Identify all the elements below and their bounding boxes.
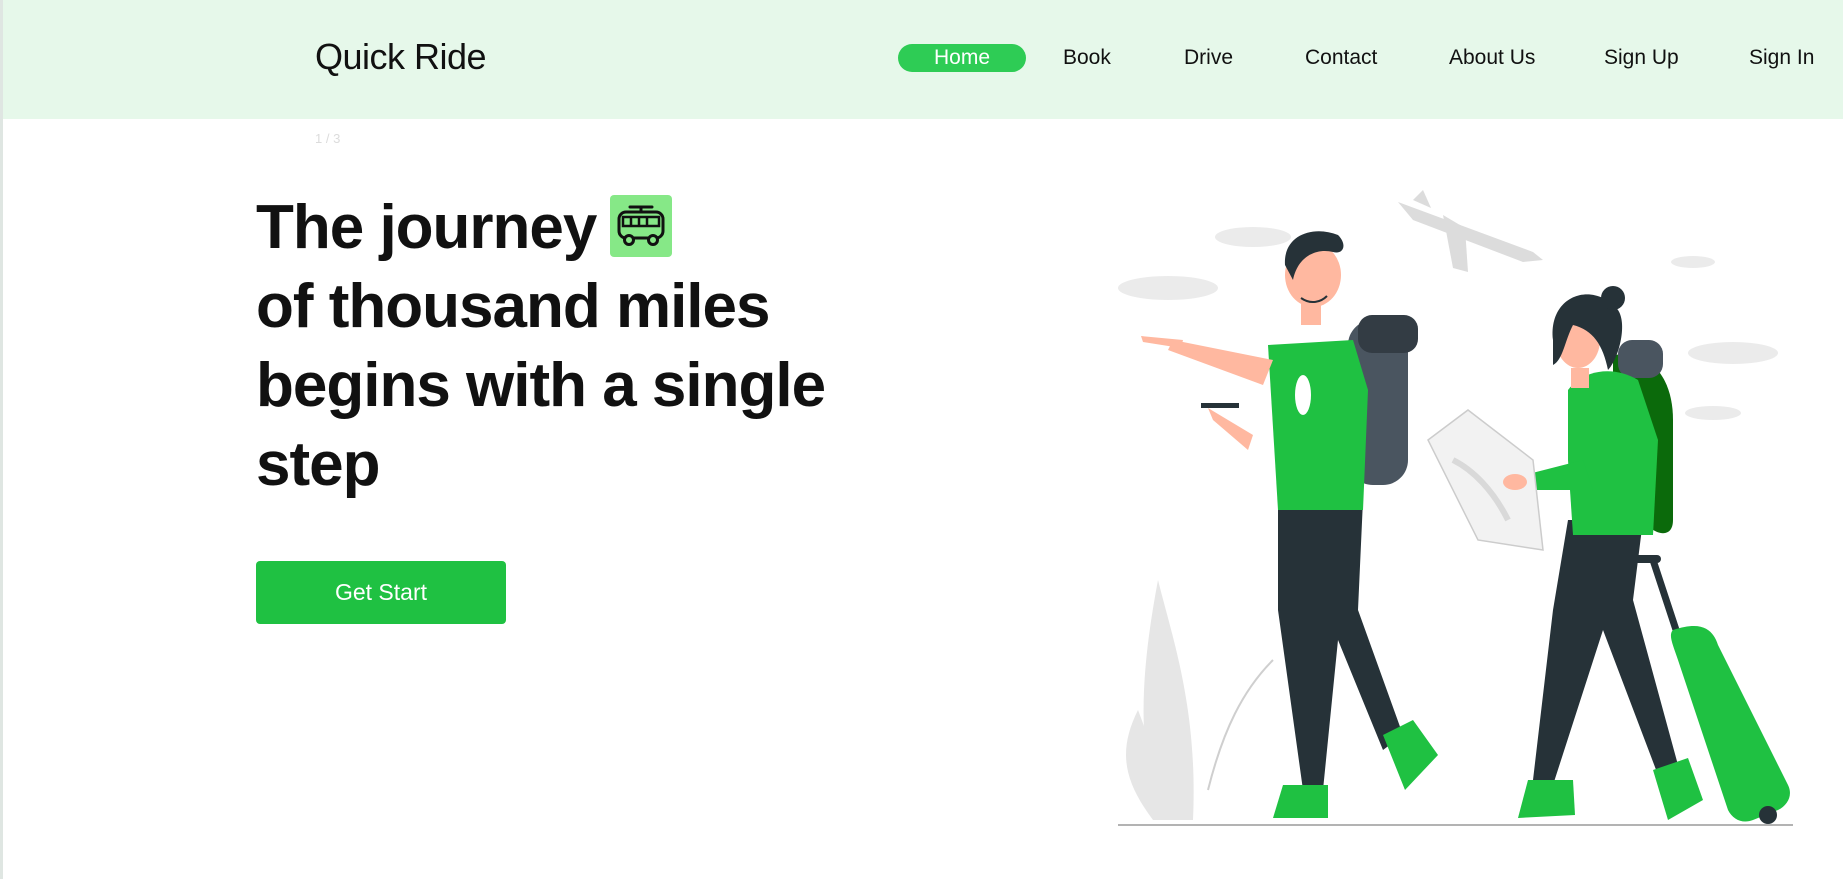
headline-line-1: The journey <box>256 188 816 267</box>
navbar: Quick Ride Home Book Drive Contact About… <box>3 0 1843 119</box>
nav-sign-up[interactable]: Sign Up <box>1604 44 1679 72</box>
headline-line-3: begins with a single <box>256 351 826 420</box>
airplane-icon <box>1398 190 1543 272</box>
bus-icon <box>610 194 673 257</box>
travelers-illustration <box>1113 190 1813 840</box>
hero-headline: The journey of thousand miles begins wit… <box>256 188 826 504</box>
nav-book[interactable]: Book <box>1063 44 1111 72</box>
brand-logo[interactable]: Quick Ride <box>315 36 487 78</box>
nav-sign-in[interactable]: Sign In <box>1749 44 1814 72</box>
nav-drive[interactable]: Drive <box>1184 44 1233 72</box>
nav-about-us[interactable]: About Us <box>1449 44 1535 72</box>
nav-home[interactable]: Home <box>898 44 1026 72</box>
cloud-icon <box>1118 227 1778 420</box>
plant-icon <box>1126 580 1194 820</box>
headline-line-2: of thousand miles <box>256 272 770 341</box>
headline-line-4: step <box>256 430 380 499</box>
slide-indicator: 1 / 3 <box>315 131 341 146</box>
headline-text-1: The journey <box>256 193 597 262</box>
nav-contact[interactable]: Contact <box>1305 44 1377 72</box>
get-start-button[interactable]: Get Start <box>256 561 506 624</box>
page: Quick Ride Home Book Drive Contact About… <box>0 0 1843 879</box>
